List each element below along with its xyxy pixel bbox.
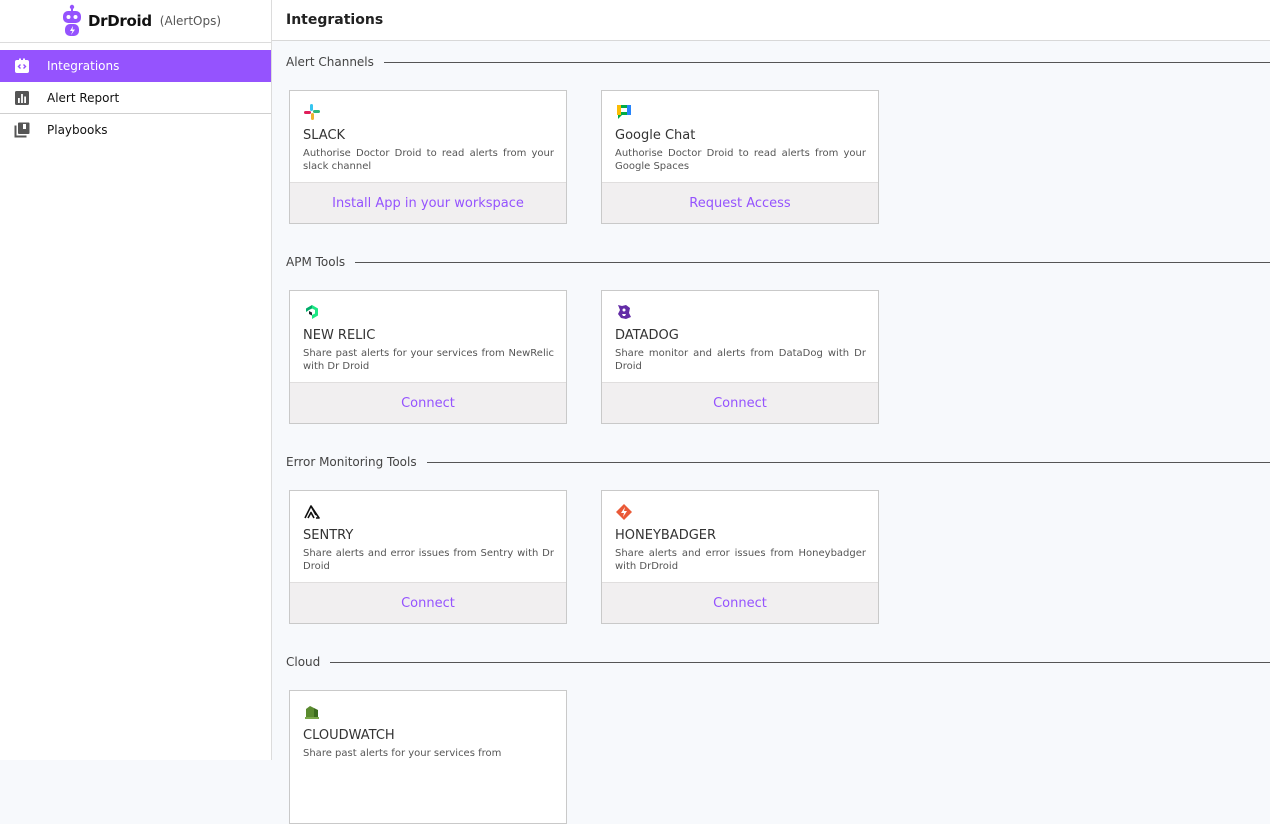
google-chat-icon: [617, 105, 631, 119]
integrations-icon: [14, 58, 30, 74]
sidebar-item-label: Integrations: [47, 59, 120, 73]
card-description: Share alerts and error issues from Honey…: [615, 548, 866, 572]
card-title: HONEYBADGER: [615, 528, 717, 543]
integration-card-cloudwatch: CLOUDWATCH Share past alerts for your se…: [289, 690, 567, 824]
sentry-icon: [304, 505, 320, 519]
connect-sentry-button[interactable]: Connect: [290, 582, 566, 623]
section-alert-channels: Alert Channels: [286, 52, 1270, 72]
card-description: Share monitor and alerts from DataDog wi…: [615, 348, 866, 372]
section-title: Cloud: [286, 655, 321, 669]
integration-card-honeybadger: HONEYBADGER Share alerts and error issue…: [601, 490, 879, 624]
honeybadger-icon: [616, 504, 632, 520]
section-header: Error Monitoring Tools: [286, 452, 1270, 472]
integration-card-new-relic: NEW RELIC Share past alerts for your ser…: [289, 290, 567, 424]
card-title: SENTRY: [303, 528, 354, 543]
brand-name: DrDroid: [88, 12, 152, 30]
connect-honeybadger-button[interactable]: Connect: [602, 582, 878, 623]
brand-logo[interactable]: DrDroid (AlertOps): [0, 0, 271, 43]
section-title: Error Monitoring Tools: [286, 455, 417, 469]
integration-card-sentry: SENTRY Share alerts and error issues fro…: [289, 490, 567, 624]
section-header: APM Tools: [286, 252, 1270, 272]
card-description: Share past alerts for your services from…: [303, 348, 554, 372]
card-description: Authorise Doctor Droid to read alerts fr…: [615, 148, 866, 172]
card-title: CLOUDWATCH: [303, 728, 395, 743]
integration-card-google-chat: Google Chat Authorise Doctor Droid to re…: [601, 90, 879, 224]
section-header: Cloud: [286, 652, 1270, 672]
connect-datadog-button[interactable]: Connect: [602, 382, 878, 423]
card-title: SLACK: [303, 128, 346, 143]
section-apm-tools: APM Tools: [286, 252, 1270, 272]
drdroid-robot-icon: [63, 4, 81, 36]
card-description: Share alerts and error issues from Sentr…: [303, 548, 554, 572]
datadog-icon: [618, 305, 631, 319]
card-description: Authorise Doctor Droid to read alerts fr…: [303, 148, 554, 172]
integration-card-datadog: DATADOG Share monitor and alerts from Da…: [601, 290, 879, 424]
sidebar: DrDroid (AlertOps) Integrations Alert Re…: [0, 0, 272, 760]
library-books-icon: [14, 122, 30, 138]
cloudwatch-icon: [305, 706, 319, 719]
sidebar-item-integrations[interactable]: Integrations: [0, 50, 271, 82]
slack-icon: [304, 104, 320, 120]
sidebar-nav: Integrations Alert Report Playbooks: [0, 50, 271, 146]
page-title: Integrations: [286, 12, 384, 28]
bar-chart-icon: [14, 90, 30, 106]
new-relic-icon: [306, 305, 318, 319]
sidebar-item-label: Alert Report: [47, 90, 120, 105]
sidebar-item-label: Playbooks: [47, 123, 108, 137]
connect-new-relic-button[interactable]: Connect: [290, 382, 566, 423]
card-title: DATADOG: [615, 328, 679, 343]
card-description: Share past alerts for your services from: [303, 748, 502, 759]
page-header: Integrations: [272, 0, 1270, 41]
section-cloud: Cloud: [286, 652, 1270, 672]
integration-card-slack: SLACK Authorise Doctor Droid to read ale…: [289, 90, 567, 224]
sidebar-item-alert-report[interactable]: Alert Report: [0, 82, 271, 114]
card-title: Google Chat: [615, 128, 696, 143]
section-header: Alert Channels: [286, 52, 1270, 72]
section-title: APM Tools: [286, 255, 346, 269]
section-divider: [426, 461, 1270, 463]
main-content: Integrations Alert Channels SLACK Author…: [272, 0, 1270, 824]
section-divider: [355, 261, 1270, 263]
section-divider: [383, 61, 1270, 63]
brand-product: (AlertOps): [159, 14, 222, 28]
install-slack-app-button[interactable]: Install App in your workspace: [290, 182, 566, 223]
section-divider: [330, 661, 1270, 663]
card-title: NEW RELIC: [303, 328, 376, 343]
request-access-button[interactable]: Request Access: [602, 182, 878, 223]
section-title: Alert Channels: [286, 55, 374, 69]
section-error-monitoring-tools: Error Monitoring Tools: [286, 452, 1270, 472]
sidebar-item-playbooks[interactable]: Playbooks: [0, 114, 271, 146]
